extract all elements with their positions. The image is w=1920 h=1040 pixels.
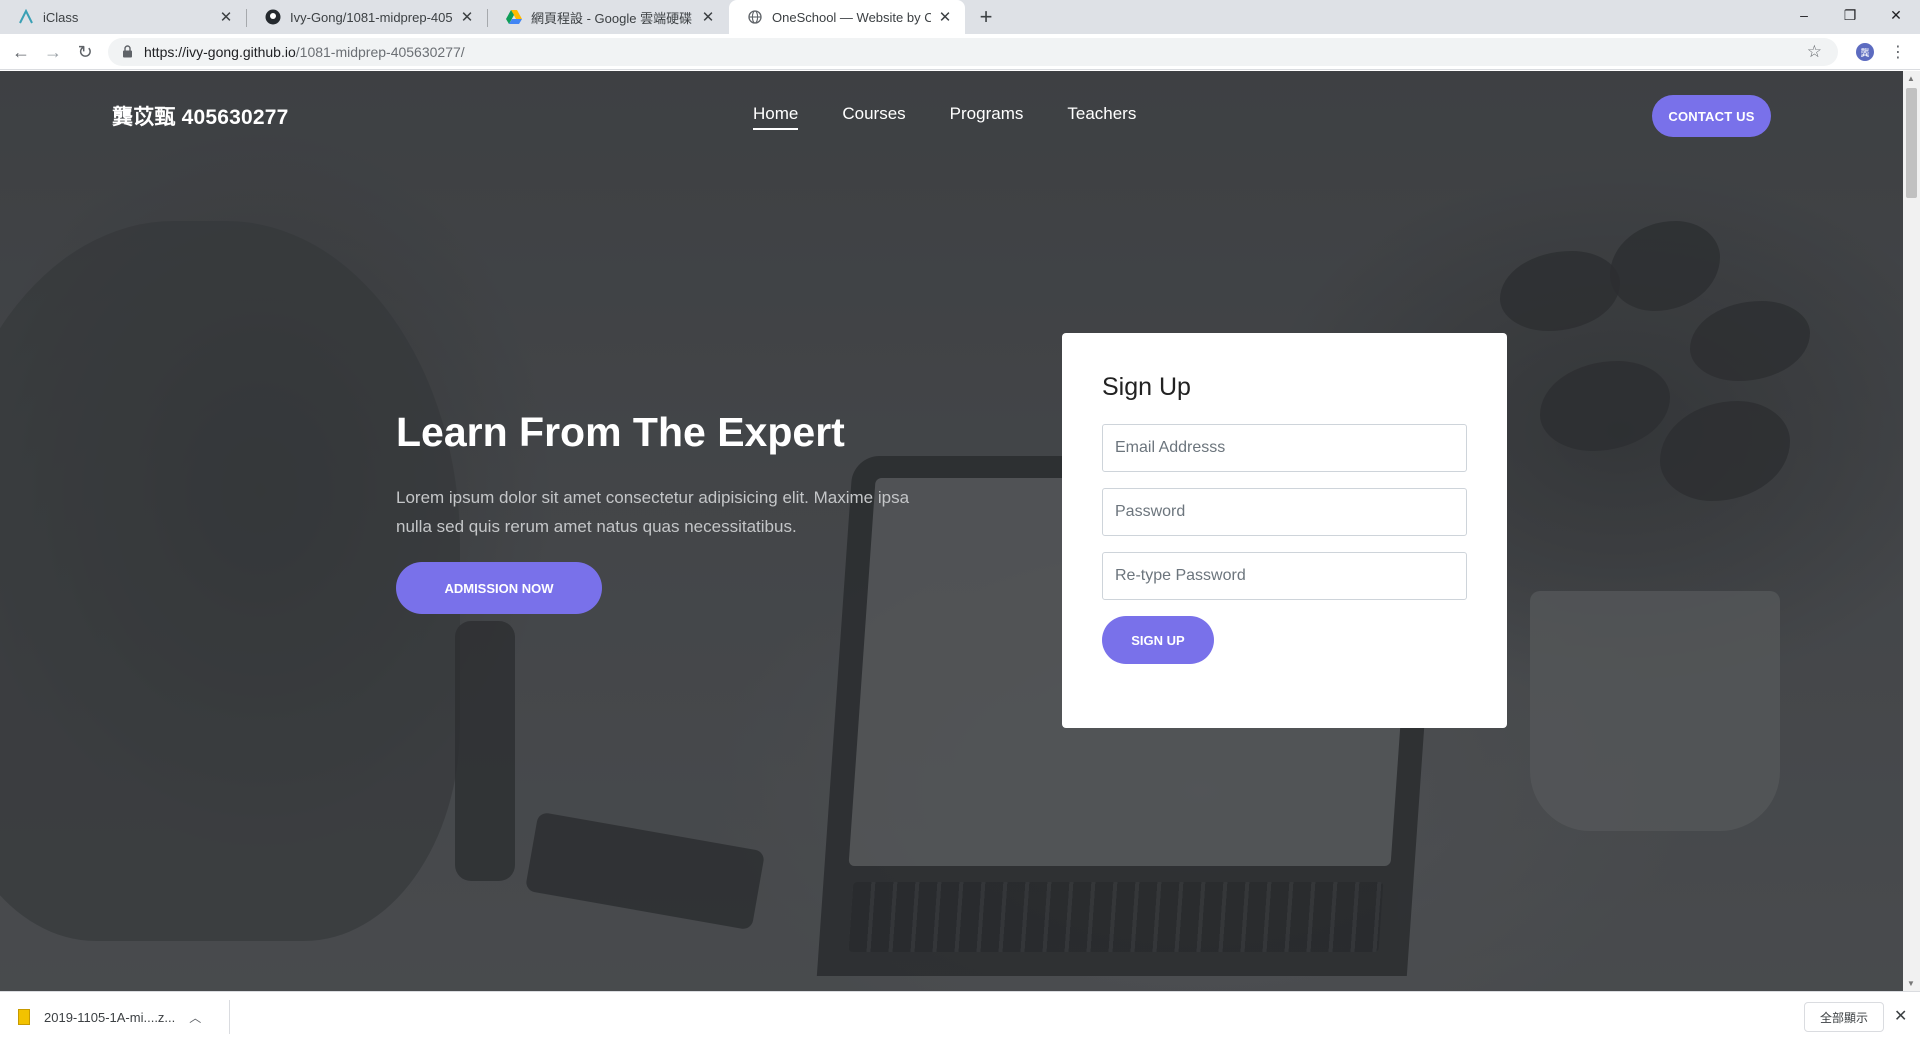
- url-path: /1081-midprep-405630277/: [295, 44, 465, 60]
- profile-avatar[interactable]: 龔: [1856, 43, 1874, 61]
- scroll-up-arrow-icon[interactable]: ▲: [1907, 74, 1915, 83]
- download-bar: 2019-1105-1A-mi....z... ︿ 全部顯示 ✕: [0, 991, 1920, 1040]
- tab-google-drive[interactable]: 網頁程設 - Google 雲端硬碟 ✕: [488, 0, 728, 34]
- show-all-button[interactable]: 全部顯示: [1804, 1002, 1884, 1032]
- globe-icon: [747, 9, 763, 25]
- tab-iclass[interactable]: iClass ✕: [0, 0, 246, 34]
- download-item[interactable]: 2019-1105-1A-mi....z... ︿: [18, 1000, 230, 1034]
- close-window-icon[interactable]: ✕: [1873, 0, 1919, 30]
- download-file-name: 2019-1105-1A-mi....z...: [44, 1009, 176, 1025]
- tab-github[interactable]: Ivy-Gong/1081-midprep-4056 ✕: [247, 0, 487, 34]
- lock-icon: [122, 45, 134, 59]
- google-drive-icon: [506, 9, 522, 25]
- tab-title: 網頁程設 - Google 雲端硬碟: [531, 10, 693, 26]
- hero-title: Learn From The Expert: [396, 409, 845, 455]
- nav-teachers[interactable]: Teachers: [1067, 104, 1136, 130]
- email-placeholder: Email Addresss: [1115, 439, 1226, 456]
- close-icon[interactable]: ✕: [937, 9, 953, 26]
- browser-tab-bar: iClass ✕ Ivy-Gong/1081-midprep-4056 ✕ 網頁…: [0, 0, 1920, 34]
- back-arrow-icon[interactable]: ←: [10, 41, 32, 63]
- tab-oneschool[interactable]: OneSchool — Website by Colo ✕: [729, 0, 965, 34]
- hero-text: Lorem ipsum dolor sit amet consectetur a…: [396, 488, 910, 536]
- address-bar[interactable]: https://ivy-gong.github.io/1081-midprep-…: [108, 38, 1838, 66]
- scroll-down-arrow-icon[interactable]: ▼: [1907, 979, 1915, 988]
- reload-icon[interactable]: ↻: [74, 41, 96, 63]
- sign-up-button[interactable]: SIGN UP: [1102, 616, 1214, 664]
- bookmark-star-icon[interactable]: ☆: [1807, 42, 1822, 62]
- browser-toolbar: ← → ↻ https://ivy-gong.github.io/1081-mi…: [0, 34, 1920, 70]
- password-field[interactable]: Password: [1102, 488, 1467, 536]
- nav-programs[interactable]: Programs: [950, 104, 1024, 130]
- minimize-icon[interactable]: –: [1781, 0, 1827, 30]
- hero-overlay: [0, 71, 1903, 991]
- tab-title: Ivy-Gong/1081-midprep-4056: [290, 9, 453, 25]
- tab-title: iClass: [43, 9, 79, 25]
- close-icon[interactable]: ✕: [459, 9, 475, 26]
- tab-title: OneSchool — Website by Colo: [772, 9, 931, 25]
- restore-icon[interactable]: ❐: [1827, 0, 1873, 30]
- retype-password-placeholder: Re-type Password: [1115, 567, 1246, 584]
- iclass-favicon-icon: [18, 9, 34, 25]
- page-scrollbar[interactable]: ▲ ▼: [1903, 71, 1920, 991]
- zip-file-icon: [18, 1009, 30, 1025]
- admission-now-button[interactable]: ADMISSION NOW: [396, 562, 602, 614]
- close-icon[interactable]: ✕: [218, 9, 234, 26]
- password-placeholder: Password: [1115, 503, 1186, 520]
- nav-courses[interactable]: Courses: [842, 104, 905, 130]
- chevron-up-icon[interactable]: ︿: [189, 1009, 201, 1026]
- forward-arrow-icon[interactable]: →: [42, 41, 64, 63]
- close-download-bar-icon[interactable]: ✕: [1894, 1006, 1907, 1026]
- new-tab-button[interactable]: +: [975, 6, 997, 28]
- scrollbar-thumb[interactable]: [1906, 88, 1917, 198]
- site-brand[interactable]: 龔苡甄 405630277: [112, 101, 289, 131]
- retype-password-field[interactable]: Re-type Password: [1102, 552, 1467, 600]
- main-nav: Home Courses Programs Teachers: [753, 104, 1136, 130]
- signup-card: Sign Up Email Addresss Password Re-type …: [1062, 333, 1507, 728]
- email-field[interactable]: Email Addresss: [1102, 424, 1467, 472]
- contact-us-button[interactable]: CONTACT US: [1652, 95, 1771, 137]
- url-host: https://ivy-gong.github.io: [144, 44, 296, 60]
- nav-home[interactable]: Home: [753, 104, 799, 130]
- github-icon: [265, 9, 281, 25]
- signup-title: Sign Up: [1102, 373, 1191, 401]
- page-viewport: 龔苡甄 405630277 Home Courses Programs Teac…: [0, 71, 1903, 991]
- close-icon[interactable]: ✕: [700, 9, 716, 26]
- menu-kebab-icon[interactable]: ⋮: [1890, 42, 1906, 62]
